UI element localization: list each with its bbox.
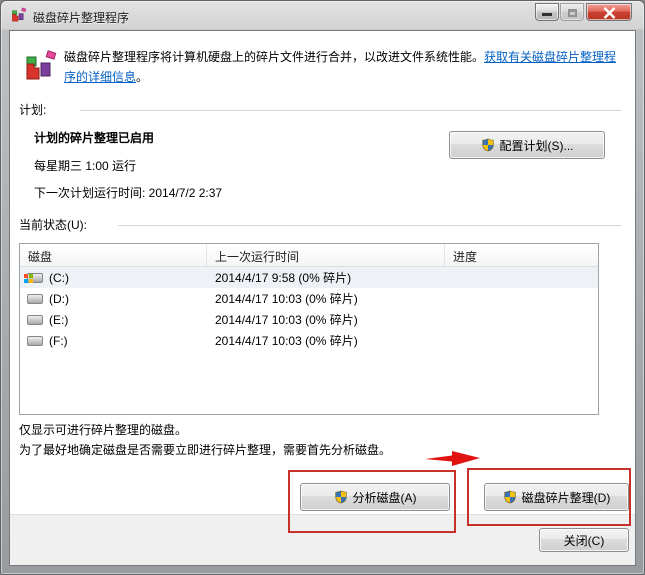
column-header-disk[interactable]: 磁盘 bbox=[20, 244, 207, 266]
close-dialog-button[interactable]: 关闭(C) bbox=[539, 528, 629, 552]
maximize-icon bbox=[568, 9, 577, 17]
uac-shield-icon bbox=[481, 138, 494, 152]
drive-icon bbox=[26, 292, 44, 306]
close-icon bbox=[603, 7, 616, 19]
titlebar: 磁盘碎片整理程序 bbox=[1, 1, 644, 30]
close-window-button[interactable] bbox=[586, 3, 632, 21]
close-dialog-label: 关闭(C) bbox=[563, 533, 605, 548]
defrag-window: 磁盘碎片整理程序 磁盘碎片整理程序将计算机硬盘上的碎片文件进行合并，以改进文件系… bbox=[0, 0, 645, 575]
status-separator bbox=[118, 225, 621, 226]
drive-label: (E:) bbox=[49, 312, 69, 327]
schedule-next-run: 下一次计划运行时间: 2014/7/2 2:37 bbox=[34, 186, 223, 200]
table-row-drive-f[interactable]: (F:) 2014/4/17 10:03 (0% 碎片) bbox=[20, 330, 598, 351]
intro-text: 磁盘碎片整理程序将计算机硬盘上的碎片文件进行合并，以改进文件系统性能。获取有关磁… bbox=[64, 47, 626, 87]
last-run-value: 2014/4/17 9:58 (0% 碎片) bbox=[215, 271, 352, 285]
column-header-progress[interactable]: 进度 bbox=[445, 244, 598, 266]
uac-shield-icon bbox=[504, 490, 516, 504]
analyze-disk-button[interactable]: 分析磁盘(A) bbox=[300, 483, 450, 511]
intro-description: 磁盘碎片整理程序将计算机硬盘上的碎片文件进行合并，以改进文件系统性能。 bbox=[64, 50, 485, 64]
window-title: 磁盘碎片整理程序 bbox=[33, 11, 130, 25]
schedule-separator bbox=[80, 110, 621, 111]
system-drive-icon bbox=[24, 271, 44, 285]
configure-schedule-button[interactable]: 配置计划(S)... bbox=[449, 131, 605, 159]
minimize-icon bbox=[542, 13, 552, 16]
last-run-value: 2014/4/17 10:03 (0% 碎片) bbox=[215, 334, 358, 348]
last-run-value: 2014/4/17 10:03 (0% 碎片) bbox=[215, 292, 358, 306]
drive-icon bbox=[26, 334, 44, 348]
drive-label: (F:) bbox=[49, 333, 68, 348]
defrag-large-icon bbox=[24, 49, 58, 83]
annotation-arrow-icon bbox=[425, 451, 480, 466]
table-row-drive-e[interactable]: (E:) 2014/4/17 10:03 (0% 碎片) bbox=[20, 309, 598, 330]
schedule-frequency: 每星期三 1:00 运行 bbox=[34, 159, 137, 173]
table-row-drive-d[interactable]: (D:) 2014/4/17 10:03 (0% 碎片) bbox=[20, 288, 598, 309]
defragment-disk-button[interactable]: 磁盘碎片整理(D) bbox=[484, 483, 629, 511]
defragment-disk-label: 磁盘碎片整理(D) bbox=[521, 490, 611, 505]
defrag-app-icon bbox=[11, 7, 27, 23]
column-header-last-run[interactable]: 上一次运行时间 bbox=[207, 244, 445, 266]
schedule-heading: 计划: bbox=[19, 103, 47, 117]
dialog-body: 磁盘碎片整理程序将计算机硬盘上的碎片文件进行合并，以改进文件系统性能。获取有关磁… bbox=[9, 30, 636, 566]
uac-shield-icon bbox=[334, 490, 347, 504]
drive-label: (C:) bbox=[49, 270, 69, 285]
minimize-button[interactable] bbox=[535, 3, 559, 21]
disk-table: 磁盘 上一次运行时间 进度 (C:) 2014/4/17 9:58 (0% 碎片… bbox=[19, 243, 599, 415]
configure-schedule-label: 配置计划(S)... bbox=[499, 138, 574, 153]
maximize-button bbox=[560, 3, 584, 21]
drive-icon bbox=[26, 313, 44, 327]
drive-label: (D:) bbox=[49, 291, 69, 306]
status-heading: 当前状态(U): bbox=[19, 218, 87, 232]
intro-suffix: 。 bbox=[136, 70, 149, 84]
last-run-value: 2014/4/17 10:03 (0% 碎片) bbox=[215, 313, 358, 327]
table-header: 磁盘 上一次运行时间 进度 bbox=[20, 244, 598, 267]
table-row-drive-c[interactable]: (C:) 2014/4/17 9:58 (0% 碎片) bbox=[20, 267, 598, 288]
schedule-status: 计划的碎片整理已启用 bbox=[34, 131, 155, 145]
analyze-disk-label: 分析磁盘(A) bbox=[352, 490, 417, 505]
note-analyze-first: 为了最好地确定磁盘是否需要立即进行碎片整理，需要首先分析磁盘。 bbox=[19, 443, 392, 457]
note-eligible-disks: 仅显示可进行碎片整理的磁盘。 bbox=[19, 423, 188, 437]
